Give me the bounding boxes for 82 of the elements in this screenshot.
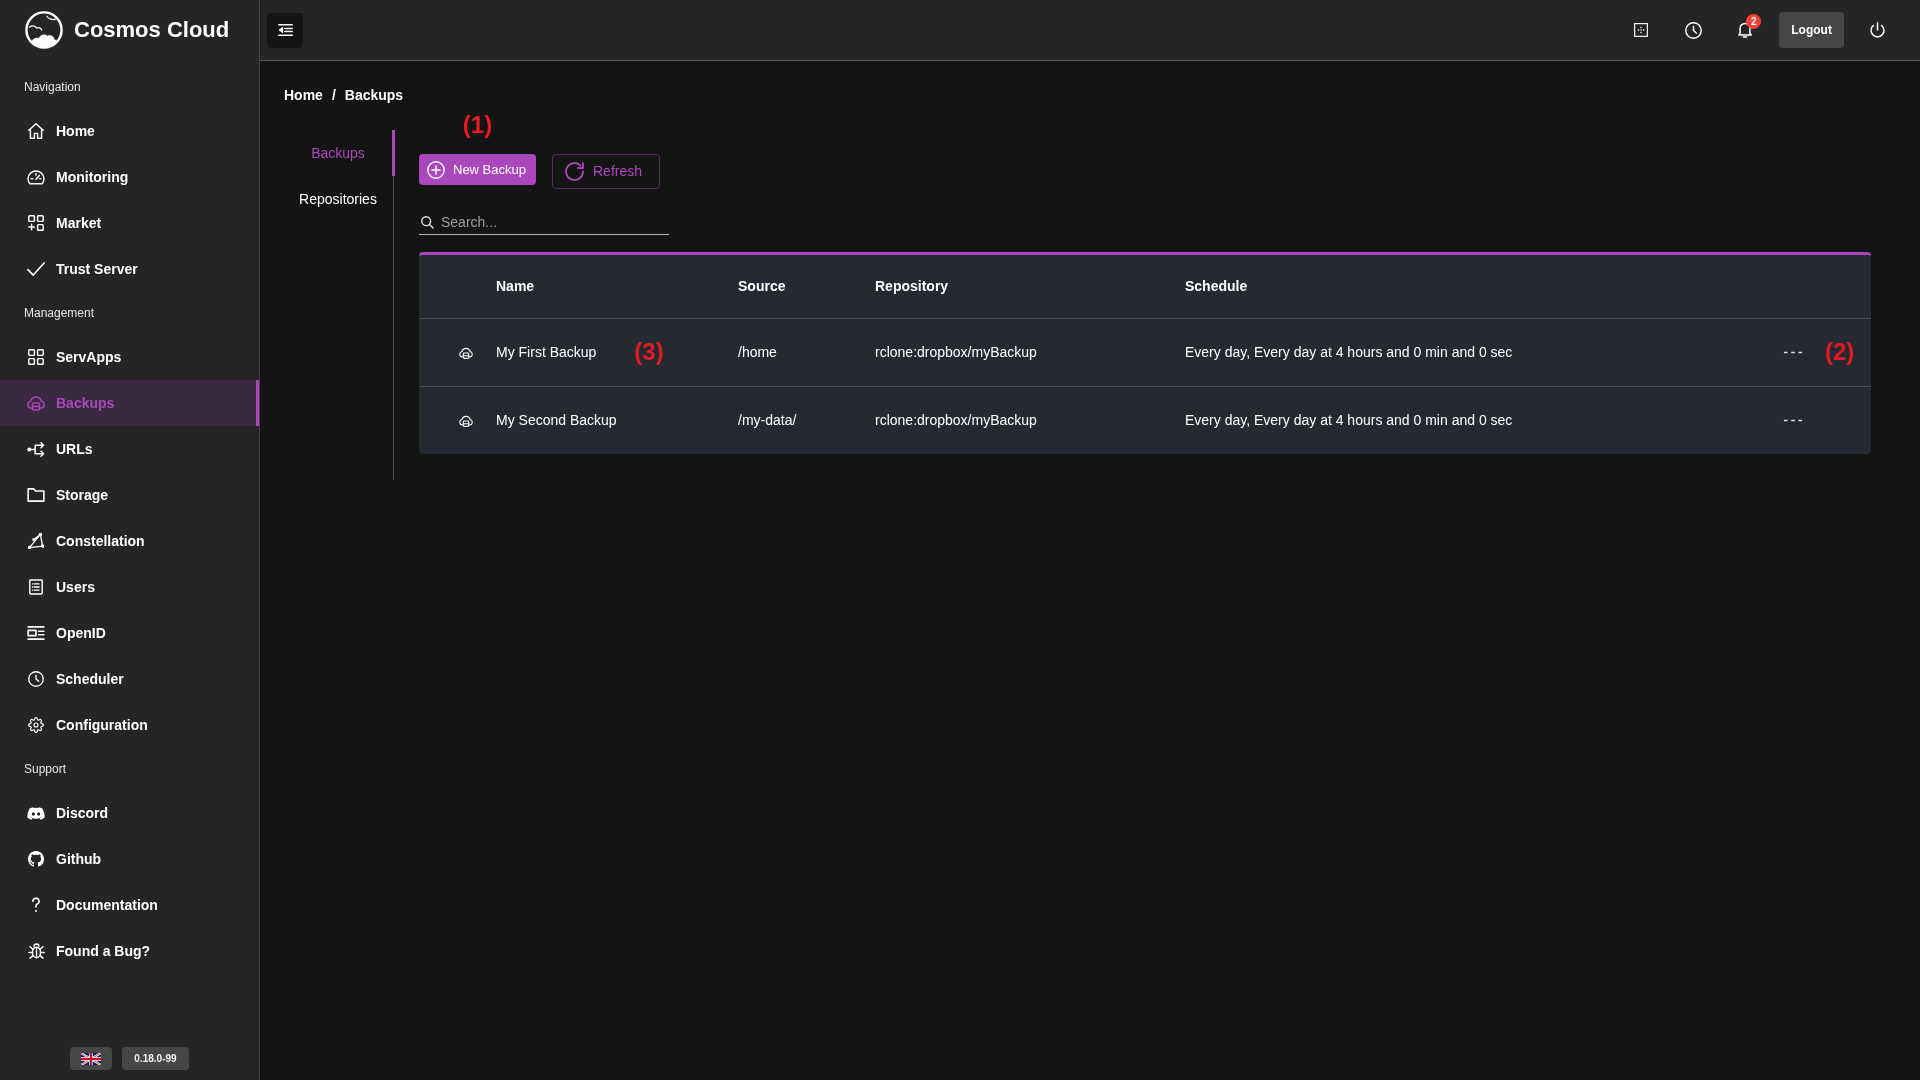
brand-title: Cosmos Cloud [74, 17, 230, 43]
github-icon [28, 851, 44, 867]
branch-arrows-icon [27, 441, 45, 457]
list-document-icon [29, 579, 43, 595]
bell-icon [1738, 22, 1753, 38]
section-label: Support [24, 761, 67, 777]
callout-label: (3) [634, 340, 664, 364]
clock-icon [28, 671, 44, 687]
tab[interactable]: Backups [284, 130, 395, 176]
sidebar-item[interactable]: Users [0, 564, 259, 610]
column-header: Schedule [1185, 277, 1248, 294]
sidebar-item[interactable]: Discord [0, 790, 259, 836]
menu-icon [277, 24, 293, 36]
repository-path: rclone:dropbox/myBackup [875, 343, 1037, 360]
search-icon [421, 216, 434, 229]
sidebar-item[interactable]: Home [0, 108, 259, 154]
lines-icon [27, 626, 45, 640]
breadcrumb-link[interactable]: Home [284, 85, 323, 105]
home-icon [28, 123, 44, 139]
language-button[interactable] [70, 1047, 113, 1070]
column-header: Name [496, 277, 535, 294]
section-label: Navigation [24, 79, 81, 95]
logout-button[interactable]: Logout [1779, 12, 1844, 48]
sidebar-item[interactable]: Configuration [0, 702, 259, 748]
gauge-icon [27, 169, 45, 185]
schedule-text: Every day, Every day at 4 hours and 0 min and 0 sec [1185, 343, 1513, 360]
sidebar-item[interactable]: Storage [0, 472, 259, 518]
power-icon [1870, 21, 1886, 39]
row-menu-button[interactable] [1782, 418, 1803, 422]
sidebar-item[interactable]: Market [0, 200, 259, 246]
breadcrumb-separator: / [331, 86, 336, 105]
new-backup-button[interactable]: New Backup [419, 154, 536, 185]
callout-label: (2) [1824, 340, 1855, 364]
check-icon [27, 262, 45, 276]
section-label: Management [24, 305, 95, 321]
grid-icon [28, 349, 44, 365]
clock-icon [1684, 21, 1702, 39]
backup-name: My First Backup [496, 342, 597, 362]
cloud-backup-icon [459, 415, 473, 428]
sidebar-item[interactable]: OpenID [0, 610, 259, 656]
source-path: /my-data/ [738, 411, 797, 428]
sidebar-item[interactable]: Documentation [0, 882, 259, 928]
schedule-text: Every day, Every day at 4 hours and 0 min and 0 sec [1185, 411, 1513, 428]
column-header: Source [738, 277, 786, 294]
repository-path: rclone:dropbox/myBackup [875, 411, 1037, 428]
sidebar-item[interactable]: Scheduler [0, 656, 259, 702]
constellation-icon [28, 533, 44, 549]
grid-plus-icon [28, 215, 44, 231]
sidebar-item[interactable]: Found a Bug? [0, 928, 259, 974]
bug-icon [27, 943, 45, 959]
discord-icon [27, 806, 45, 820]
dotted-square-icon [1634, 23, 1649, 37]
plus-circle-icon [427, 160, 445, 179]
search-field[interactable]: Search... [419, 210, 669, 235]
column-header: Repository [875, 277, 949, 294]
sidebar-item[interactable]: Monitoring [0, 154, 259, 200]
notifications-button[interactable]: 2 [1727, 12, 1764, 48]
sidebar-item[interactable]: ServApps [0, 334, 259, 380]
more-icon [1782, 418, 1803, 422]
cloud-logo-icon [25, 11, 63, 49]
settings-icon [28, 717, 44, 733]
more-icon [1782, 350, 1803, 354]
breadcrumb-current: Backups [344, 86, 404, 105]
sidebar-item[interactable]: Constellation [0, 518, 259, 564]
flag-icon [81, 1052, 102, 1065]
cloud-backup-icon [459, 346, 473, 359]
source-path: /home [738, 343, 777, 360]
sidebar-item[interactable]: Github [0, 836, 259, 882]
version-chip: 0.18.0-99 [122, 1047, 189, 1070]
tab[interactable]: Repositories [284, 176, 395, 222]
cloud-backup-icon [27, 395, 45, 411]
menu-toggle-button[interactable] [267, 12, 303, 48]
folder-icon [27, 488, 45, 502]
refresh-icon [565, 162, 584, 181]
sidebar-item[interactable]: Trust Server [0, 246, 259, 292]
question-icon [32, 897, 40, 913]
backup-name: My Second Backup [496, 410, 617, 430]
row-menu-button[interactable] [1782, 350, 1803, 354]
notification-count: 2 [1746, 14, 1762, 29]
callout-label: (1) [462, 113, 493, 137]
refresh-button[interactable]: Refresh [552, 154, 660, 189]
sidebar-item[interactable]: URLs [0, 426, 259, 472]
